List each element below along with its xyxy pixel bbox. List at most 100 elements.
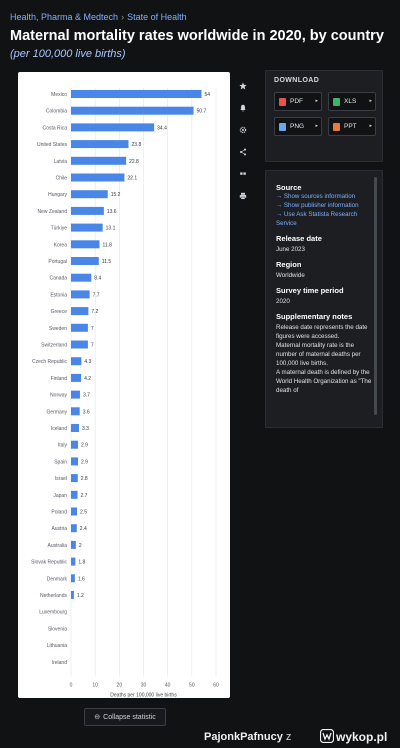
caret-right-icon: ▸ [315,98,318,104]
breadcrumb: Health, Pharma & Medtech › State of Health [10,12,187,22]
bar[interactable] [71,490,78,499]
region-heading: Region [276,260,302,269]
bar[interactable] [71,457,79,466]
quote-icon[interactable] [235,166,251,182]
bar[interactable] [71,507,78,516]
release-date-heading: Release date [276,234,322,243]
bar[interactable] [71,524,77,533]
xls-file-icon [333,97,340,106]
bar[interactable] [71,307,89,316]
chart-toolbar [235,78,251,210]
download-pdf-button[interactable]: PDF ▸ [274,92,322,111]
bar[interactable] [71,357,82,366]
x-axis-title: Deaths per 100,000 live births [110,693,177,699]
category-label: Türkiye [51,226,68,232]
value-label: 22.8 [129,159,139,165]
ppt-file-icon [333,122,340,131]
bar[interactable] [71,574,75,583]
category-label: New Zealand [38,209,68,215]
breadcrumb-separator: › [121,12,125,22]
show-publisher-link[interactable]: → Show publisher information [276,201,372,210]
bar[interactable] [71,156,127,165]
bar[interactable] [71,123,155,132]
category-label: Finland [51,376,68,382]
category-label: Poland [51,510,67,516]
bar[interactable] [71,390,80,399]
username-text: PajonkPafnucy [204,731,283,743]
value-label: 4.3 [84,359,91,365]
download-xls-button[interactable]: XLS ▸ [328,92,376,111]
x-tick-label: 40 [165,683,171,689]
show-sources-link[interactable]: → Show sources information [276,192,372,201]
bar[interactable] [71,273,92,282]
download-png-button[interactable]: PNG ▸ [274,117,322,136]
value-label: 13.6 [107,209,117,215]
bar[interactable] [71,540,76,549]
value-label: 4.2 [84,376,91,382]
bar[interactable] [71,591,74,599]
value-label: 11.5 [102,259,112,265]
wykop-logo: wykop.pl [319,728,387,744]
bar[interactable] [71,223,103,232]
category-label: Hungary [48,192,67,198]
bar[interactable] [71,290,90,299]
category-label: Korea [54,242,68,248]
collapse-statistic-label: Collapse statistic [103,713,156,721]
bar[interactable] [71,474,78,483]
category-label: Luxembourg [39,610,67,616]
bar[interactable] [71,557,76,566]
ask-research-service-link[interactable]: → Use Ask Statista Research Service [276,210,372,228]
caret-right-icon: ▸ [369,123,372,129]
bar[interactable] [71,424,79,432]
value-label: 7.7 [93,292,100,298]
bell-icon[interactable] [235,100,251,116]
chart-panel: 0 10 20 30 40 50 60 Mexico 54 Colombia 50.7 Costa R… [18,72,230,698]
download-ppt-button[interactable]: PPT ▸ [328,117,376,136]
value-label: 2.9 [81,459,88,465]
category-label: Greece [51,309,68,315]
x-tick-label: 10 [92,683,98,689]
category-label: Israel [55,476,67,482]
category-label: Japan [53,493,67,499]
bar[interactable] [71,106,194,115]
region-value: Worldwide [276,272,305,279]
value-label: 23.8 [132,142,142,148]
supplementary-note: Maternal mortality rate is the number of… [276,342,361,367]
value-label: 15.2 [111,192,121,198]
value-label: 22.1 [127,176,137,182]
bar[interactable] [71,90,202,98]
bar[interactable] [71,323,88,332]
x-tick-label: 60 [213,683,219,689]
star-icon[interactable] [235,78,251,94]
bar[interactable] [71,440,79,449]
bar[interactable] [71,257,99,265]
category-label: Netherlands [40,593,67,599]
statistic-info-panel: Source → Show sources information → Show… [265,170,383,428]
page-title: Maternal mortality rates worldwide in 20… [10,28,384,44]
value-label: 2.5 [80,510,87,516]
breadcrumb-link-health[interactable]: Health, Pharma & Medtech [10,12,118,22]
bar[interactable] [71,407,80,416]
info-scrollbar[interactable] [374,177,377,415]
bar[interactable] [71,240,100,249]
category-label: Slovenia [48,626,67,632]
gear-icon[interactable] [235,122,251,138]
bar[interactable] [71,373,82,382]
category-label: Costa Rica [43,125,68,131]
bar[interactable] [71,190,108,199]
sidebar: DOWNLOAD PDF ▸ XLS ▸ PNG ▸ PPT ▸ Source … [265,70,383,428]
png-file-icon [279,122,286,131]
category-label: Estonia [50,292,67,298]
bar[interactable] [71,140,129,149]
breadcrumb-link-state-of-health[interactable]: State of Health [127,12,187,22]
share-icon[interactable] [235,144,251,160]
bar[interactable] [71,173,125,182]
release-date-value: June 2023 [276,246,305,253]
bar[interactable] [71,206,104,215]
print-icon[interactable] [235,188,251,204]
value-label: 11.8 [103,242,113,248]
value-label: 2.9 [81,443,88,449]
bar[interactable] [71,340,88,349]
x-tick-label: 0 [70,683,73,689]
value-label: 2 [79,543,82,549]
